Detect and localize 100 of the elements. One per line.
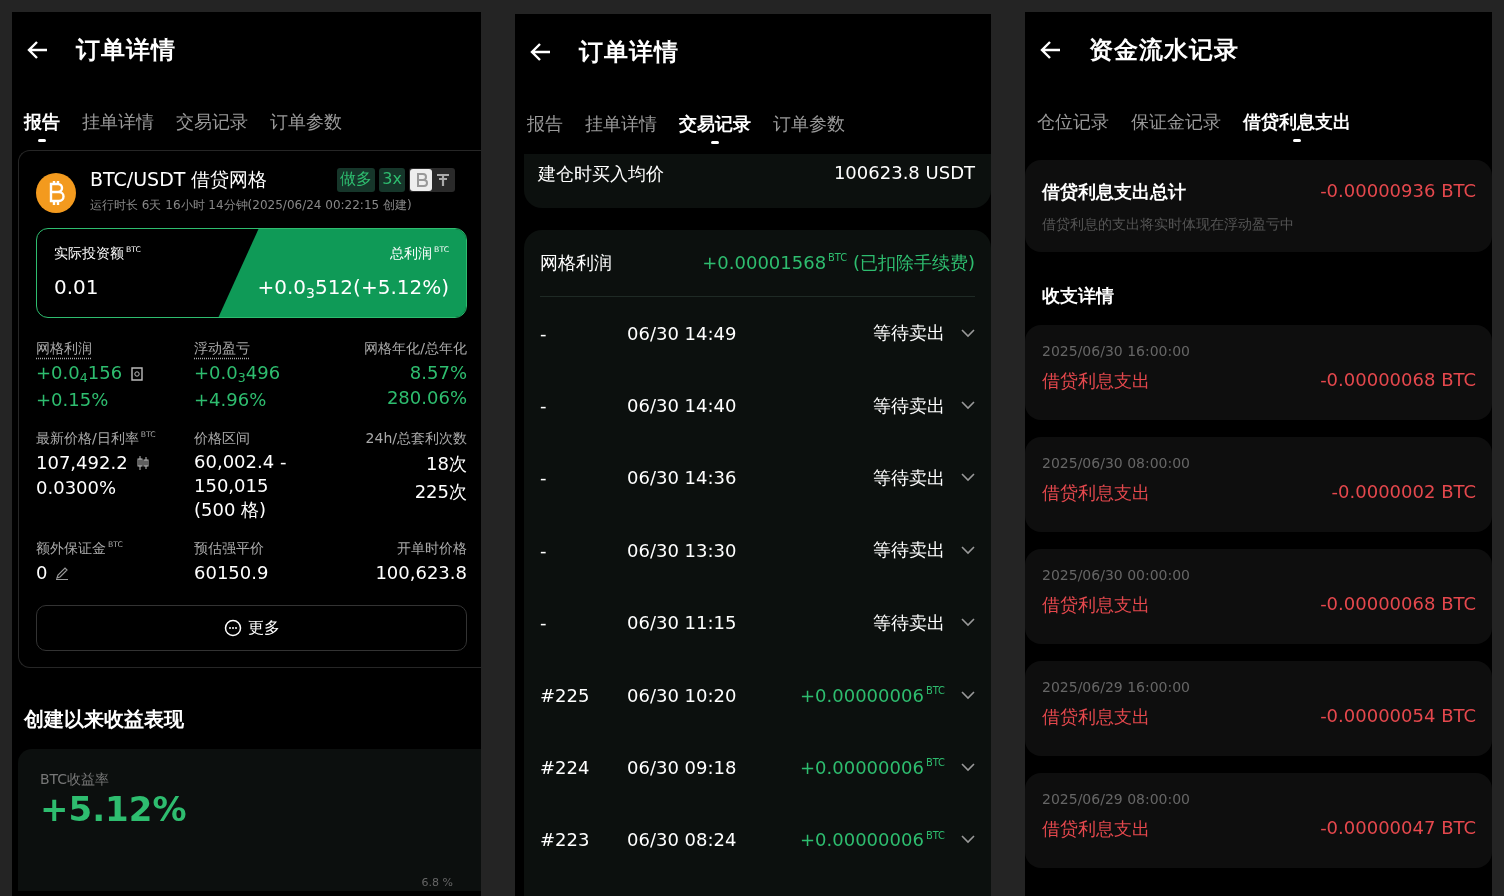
stat-label: 价格区间	[194, 430, 251, 449]
profit-label: 总利润$^{BTC}$	[390, 245, 449, 264]
status-text: 等待卖出	[873, 610, 945, 635]
record-id: #224	[540, 757, 591, 779]
entry-amount: -0.0000002 BTC	[1331, 481, 1476, 504]
record-id: -	[540, 467, 548, 489]
edit-icon[interactable]	[55, 565, 70, 580]
entry-label: 借贷利息支出	[1042, 817, 1150, 841]
chevron-down-icon[interactable]	[961, 473, 975, 483]
tab[interactable]: 交易记录	[679, 112, 751, 144]
summary-label: 借贷利息支出总计	[1042, 180, 1186, 204]
entry-label: 借贷利息支出	[1042, 593, 1150, 617]
record-id: -	[540, 539, 548, 561]
entry-time: 2025/06/30 16:00:00	[1042, 343, 1192, 359]
tab[interactable]: 订单参数	[773, 112, 845, 144]
grid-profit-label: 网格利润	[540, 251, 612, 275]
stat-label: 浮动盈亏	[194, 340, 251, 358]
tab[interactable]: 报告	[24, 110, 60, 142]
stat-label: 网格年化/总年化	[364, 340, 467, 358]
stat-value: 18次	[426, 452, 467, 477]
screen-title: 订单详情	[579, 37, 679, 68]
tab[interactable]: 报告	[527, 112, 563, 144]
chevron-down-icon[interactable]	[961, 618, 975, 628]
record-time: 06/30 13:30	[627, 539, 738, 561]
tab[interactable]: 交易记录	[176, 110, 248, 142]
section-title: 收支详情	[1042, 284, 1115, 308]
grid-profit-value: +0.00001568$^{BTC}$ (已扣除手续费)	[702, 251, 975, 275]
record-time: 06/30 11:15	[627, 612, 738, 634]
status-text: 等待卖出	[873, 321, 945, 346]
tag: 3x	[379, 168, 405, 192]
stat-value: 60,002.4 -	[194, 452, 287, 473]
stat-value: +0.0$_{3}$496	[194, 362, 281, 386]
status-text: 等待卖出	[873, 465, 945, 490]
more-icon	[223, 619, 242, 638]
runtime-text: 运行时长 6天 16小时 14分钟(2025/06/24 00:22:15 创建)	[90, 197, 413, 214]
chevron-down-icon[interactable]	[961, 763, 975, 773]
profit-amount: +0.00000006$^{BTC}$	[800, 757, 945, 779]
entry-label: 借贷利息支出	[1042, 369, 1150, 393]
bitcoin-icon	[36, 172, 76, 213]
tab[interactable]: 借贷利息支出	[1243, 110, 1351, 142]
entry-price-label: 建仓时买入均价	[538, 162, 664, 186]
stat-value: 0.0300%	[36, 477, 117, 499]
screen-title: 资金流水记录	[1089, 35, 1239, 66]
entry-time: 2025/06/30 00:00:00	[1042, 567, 1192, 583]
stat-value: +0.0$_{4}$156	[36, 362, 123, 386]
chevron-down-icon[interactable]	[961, 545, 975, 555]
axis-label: 6.8 %	[421, 876, 453, 890]
stat-label: 24h/总套利次数	[365, 430, 467, 449]
coin-pair-icon	[409, 168, 455, 192]
stat-value: 60150.9	[194, 562, 269, 584]
chevron-down-icon[interactable]	[961, 690, 975, 700]
tab[interactable]: 保证金记录	[1131, 110, 1221, 142]
entry-amount: -0.00000047 BTC	[1320, 817, 1476, 840]
record-time: 06/30 14:49	[627, 322, 738, 344]
stat-value: 150,015	[194, 476, 269, 497]
chevron-down-icon[interactable]	[961, 835, 975, 845]
status-text: 等待卖出	[873, 538, 945, 563]
profit-amount: +0.00000006$^{BTC}$	[800, 684, 945, 706]
receipt-icon[interactable]	[130, 366, 145, 381]
tab[interactable]: 仓位记录	[1037, 110, 1109, 142]
entry-time: 2025/06/29 16:00:00	[1042, 679, 1192, 695]
chevron-down-icon[interactable]	[961, 401, 975, 411]
entry-amount: -0.00000068 BTC	[1320, 369, 1476, 392]
stat-label: 网格利润	[36, 340, 93, 358]
entry-amount: -0.00000068 BTC	[1320, 593, 1476, 616]
record-id: -	[540, 612, 548, 634]
tab[interactable]: 挂单详情	[82, 110, 154, 142]
stat-value: 0	[36, 562, 48, 584]
stat-value: +4.96%	[194, 389, 267, 411]
entry-price-value: 100623.8 USDT	[833, 162, 975, 185]
stat-value: 225次	[414, 480, 467, 505]
tab[interactable]: 订单参数	[270, 110, 342, 142]
investment-label: 实际投资额$^{BTC}$	[54, 245, 141, 264]
stat-label: 开单时价格	[397, 540, 467, 559]
stat-label: 预估强平价	[194, 540, 265, 559]
stat-label: 最新价格/日利率$^{BTC}$	[36, 430, 157, 449]
entry-amount: -0.00000054 BTC	[1320, 705, 1476, 728]
candlestick-icon[interactable]	[135, 454, 150, 471]
bot-name: BTC/USDT 借贷网格	[90, 167, 269, 192]
summary-note: 借贷利息的支出将实时体现在浮动盈亏中	[1042, 216, 1295, 234]
profit-value: +0.0$_{3}$512(+5.12%)	[257, 275, 449, 301]
record-time: 06/30 10:20	[627, 684, 738, 706]
entry-label: 借贷利息支出	[1042, 705, 1150, 729]
section-title: 创建以来收益表现	[24, 706, 185, 734]
return-value: +5.12%	[40, 789, 188, 830]
stat-value: 107,492.2	[36, 452, 128, 474]
more-button[interactable]: 更多	[36, 605, 467, 652]
chevron-down-icon[interactable]	[961, 328, 975, 338]
record-time: 06/30 14:40	[627, 395, 738, 417]
status-text: 等待卖出	[873, 393, 945, 418]
profit-amount: +0.00000006$^{BTC}$	[800, 829, 945, 851]
record-id: #223	[540, 829, 591, 851]
stat-value: (500 格)	[194, 500, 267, 521]
stat-value: 100,623.8	[375, 562, 467, 584]
screen-title: 订单详情	[76, 35, 176, 66]
tab[interactable]: 挂单详情	[585, 112, 657, 144]
entry-time: 2025/06/30 08:00:00	[1042, 455, 1192, 471]
stat-value: 8.57%	[409, 362, 467, 383]
tag: 做多	[337, 168, 376, 192]
return-label: BTC收益率	[40, 771, 111, 790]
